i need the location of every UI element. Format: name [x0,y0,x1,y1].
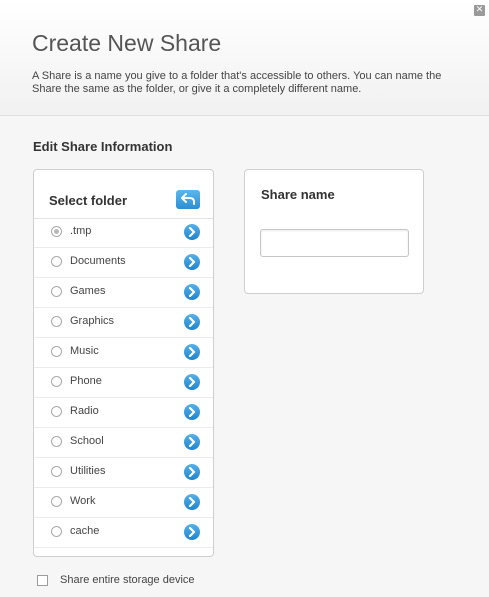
folder-item[interactable]: School [34,428,213,458]
folder-radio[interactable] [51,346,62,357]
back-arrow-icon[interactable] [176,190,200,209]
chevron-right-icon[interactable] [184,434,200,450]
folder-item[interactable]: Games [34,278,213,308]
share-name-panel: Share name [244,169,424,294]
folder-label: .tmp [70,225,92,237]
folder-item[interactable]: Music [34,338,213,368]
folder-panel: Select folder .tmp Documents Games Graphics… [33,169,214,557]
select-folder-label: Select folder [49,193,128,208]
folder-label: Documents [70,255,126,267]
folder-label: Games [70,285,106,297]
folder-item[interactable]: Graphics [34,308,213,338]
folder-list: .tmp Documents Games Graphics Music Phone Radi… [34,218,213,548]
chevron-right-icon[interactable] [184,374,200,390]
folder-label: cache [70,525,100,537]
folder-label: Phone [70,375,102,387]
chevron-right-icon[interactable] [184,284,200,300]
share-name-label: Share name [261,187,335,202]
folder-label: Music [70,345,99,357]
share-name-input[interactable] [260,229,409,257]
folder-label: Radio [70,405,99,417]
chevron-right-icon[interactable] [184,494,200,510]
folder-item[interactable]: Phone [34,368,213,398]
folder-radio[interactable] [51,436,62,447]
folder-radio[interactable] [51,226,62,237]
chevron-right-icon[interactable] [184,404,200,420]
chevron-right-icon[interactable] [184,314,200,330]
folder-item[interactable]: Utilities [34,458,213,488]
page-title: Create New Share [32,30,222,56]
folder-item[interactable]: cache [34,518,213,548]
folder-radio[interactable] [51,526,62,537]
folder-item[interactable]: Documents [34,248,213,278]
folder-radio[interactable] [51,496,62,507]
folder-panel-header: Select folder [34,170,213,219]
folder-label: School [70,435,104,447]
folder-label: Graphics [70,315,115,327]
dialog-header: ✕ Create New Share A Share is a name you… [0,0,489,116]
share-entire-device-label: Share entire storage device [60,574,195,586]
folder-radio[interactable] [51,406,62,417]
folder-item[interactable]: Radio [34,398,213,428]
folder-radio[interactable] [51,466,62,477]
folder-radio[interactable] [51,376,62,387]
close-icon[interactable]: ✕ [474,5,485,16]
folder-item[interactable]: Work [34,488,213,518]
folder-item[interactable]: .tmp [34,218,213,248]
folder-radio[interactable] [51,286,62,297]
folder-label: Work [70,495,96,507]
chevron-right-icon[interactable] [184,224,200,240]
folder-label: Utilities [70,465,106,477]
folder-radio[interactable] [51,256,62,267]
dialog-description: A Share is a name you give to a folder t… [32,70,442,95]
chevron-right-icon[interactable] [184,524,200,540]
chevron-right-icon[interactable] [184,464,200,480]
chevron-right-icon[interactable] [184,254,200,270]
chevron-right-icon[interactable] [184,344,200,360]
folder-radio[interactable] [51,316,62,327]
share-entire-device-checkbox[interactable] [37,575,48,586]
section-title: Edit Share Information [33,139,173,154]
